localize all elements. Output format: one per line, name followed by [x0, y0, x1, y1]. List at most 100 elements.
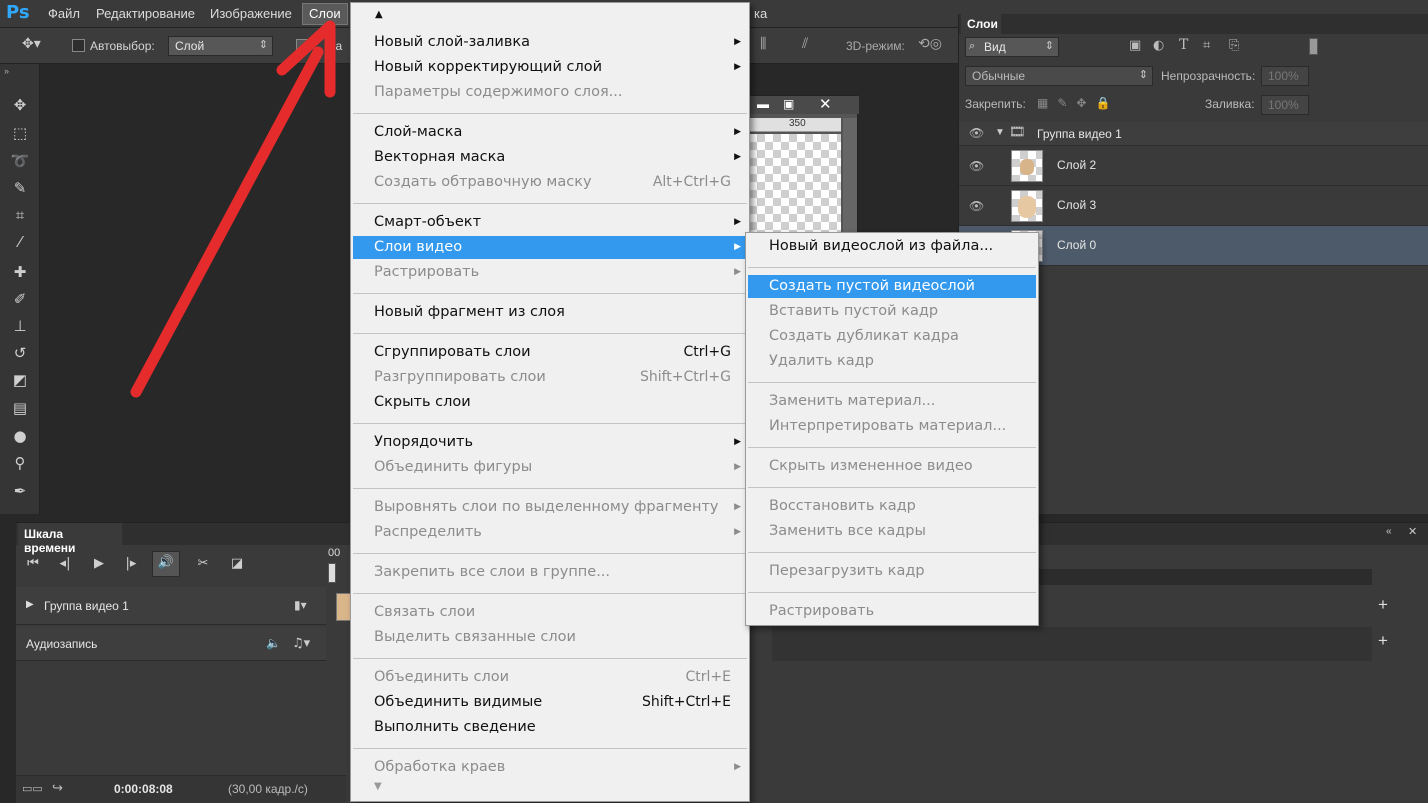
video-submenu-item-создать-пустой-видеослой[interactable]: Создать пустой видеослой [748, 275, 1036, 298]
fill-field[interactable]: 100% [1261, 95, 1309, 115]
video-submenu-item-растрировать[interactable]: Растрировать [748, 600, 1036, 623]
filter-shape-icon[interactable]: ⌗ [1203, 38, 1210, 53]
lock-icons[interactable]: ▦✎✥🔒 [1037, 96, 1119, 110]
layer-menu-item-параметры-содержимого-слоя[interactable]: Параметры содержимого слоя... [353, 81, 747, 104]
video-submenu-item-удалить-кадр[interactable]: Удалить кадр [748, 350, 1036, 373]
filter-pixel-icon[interactable]: ▣ [1129, 38, 1141, 53]
move-tool-icon[interactable]: ✥▾ [22, 36, 41, 52]
rotate-3d-icon[interactable]: ⟲◎ [918, 36, 942, 52]
film-menu-icon[interactable]: ▮▾ [294, 598, 307, 612]
marquee-tool-icon[interactable]: ⬚ [8, 122, 32, 144]
history-brush-tool-icon[interactable]: ↺ [8, 342, 32, 364]
quick-select-tool-icon[interactable]: ✎ [8, 177, 32, 199]
menu-file[interactable]: Файл [42, 5, 86, 23]
next-frame-icon[interactable]: |▸ [120, 553, 142, 575]
layer-menu-item-создать-обтравочную-маску[interactable]: Создать обтравочную маску Alt+Ctrl+G [353, 171, 747, 194]
video-submenu-item-заменить-все-кадры[interactable]: Заменить все кадры [748, 520, 1036, 543]
menu-edit[interactable]: Редактирование [90, 5, 201, 23]
layer-menu-item-объединить-видимые[interactable]: Объединить видимые Shift+Ctrl+E [353, 691, 747, 714]
eye-icon[interactable]: 👁 [969, 199, 984, 213]
track-audio[interactable]: Аудиозапись 🔈 ♫▾ [16, 627, 326, 661]
filter-adjustment-icon[interactable]: ◐ [1153, 38, 1164, 53]
healing-brush-tool-icon[interactable]: ✚ [8, 261, 32, 283]
scroll-up-icon[interactable]: ▲ [375, 9, 383, 20]
distribute-icon[interactable]: ⫼ [760, 36, 766, 52]
music-note-icon[interactable]: ♫▾ [292, 636, 310, 651]
blend-mode-select[interactable]: Обычные [965, 66, 1153, 86]
layers-tab[interactable]: Слои [961, 14, 1001, 34]
playhead[interactable] [328, 563, 336, 583]
layer-row-group[interactable]: 👁 ▼ 🎞 Группа видео 1 [959, 122, 1428, 146]
opacity-field[interactable]: 100% [1261, 66, 1309, 86]
layer-menu-item-закрепить-все-слои-в-группе[interactable]: Закрепить все слои в группе... [353, 561, 747, 584]
eraser-tool-icon[interactable]: ◩ [8, 369, 32, 391]
layer-menu-item-распределить[interactable]: Распределить ▶ [353, 521, 747, 544]
crop-tool-icon[interactable]: ⌗ [8, 204, 32, 226]
video-submenu-item-создать-дубликат-кадра[interactable]: Создать дубликат кадра [748, 325, 1036, 348]
video-submenu-item-перезагрузить-кадр[interactable]: Перезагрузить кадр [748, 560, 1036, 583]
stamp-tool-icon[interactable]: ⊥ [8, 315, 32, 337]
layer-menu-item-обработка-краев[interactable]: Обработка краев ▶ [353, 756, 747, 779]
first-frame-icon[interactable]: ⏮ [22, 553, 44, 575]
layer-menu-item-слои-видео[interactable]: Слои видео ▶ [353, 236, 747, 259]
eye-icon[interactable]: 👁 [969, 159, 984, 173]
autoselect-select[interactable]: Слой [168, 36, 273, 56]
layer-menu-item-выровнять-слои-по-выделенному-фрагменту[interactable]: Выровнять слои по выделенному фрагменту ▶ [353, 496, 747, 519]
blur-tool-icon[interactable]: ● [8, 425, 32, 447]
layer-row[interactable]: 👁 Слой 3 [959, 186, 1428, 226]
eye-icon[interactable]: 👁 [969, 126, 984, 140]
layer-menu-item-выполнить-сведение[interactable]: Выполнить сведение [353, 716, 747, 739]
layer-menu-item-растрировать[interactable]: Растрировать ▶ [353, 261, 747, 284]
close-panel-icon[interactable]: ✕ [1408, 525, 1417, 538]
video-submenu-item-заменить-материал[interactable]: Заменить материал... [748, 390, 1036, 413]
layer-menu-item-новый-фрагмент-из-слоя[interactable]: Новый фрагмент из слоя [353, 301, 747, 324]
render-icon[interactable]: ↪ [52, 781, 63, 796]
menu-layers[interactable]: Слои [302, 3, 348, 25]
mute-audio-icon[interactable]: 🔊 [152, 551, 180, 577]
layer-row[interactable]: 👁 Слой 2 [959, 146, 1428, 186]
speaker-icon[interactable]: 🔈 [266, 636, 281, 650]
layer-menu-item-новый-слой-заливка[interactable]: Новый слой-заливка ▶ [353, 31, 747, 54]
disclosure-triangle-icon[interactable]: ▼ [995, 127, 1005, 138]
video-submenu-item-интерпретировать-материал[interactable]: Интерпретировать материал... [748, 415, 1036, 438]
align-icon[interactable]: ⫽ [802, 36, 808, 52]
maximize-icon[interactable]: ▣ [783, 97, 794, 111]
play-icon[interactable]: ▶ [88, 553, 110, 575]
video-submenu-item-скрыть-измененное-видео[interactable]: Скрыть измененное видео [748, 455, 1036, 478]
video-submenu-item-вставить-пустой-кадр[interactable]: Вставить пустой кадр [748, 300, 1036, 323]
layer-menu-item-объединить-фигуры[interactable]: Объединить фигуры ▶ [353, 456, 747, 479]
scroll-down-icon[interactable]: ▼ [374, 781, 382, 792]
filter-smart-object-icon[interactable]: ⎘ [1229, 38, 1239, 53]
pen-tool-icon[interactable]: ✒ [8, 480, 32, 502]
layer-menu-item-скрыть-слои[interactable]: Скрыть слои [353, 391, 747, 414]
gradient-tool-icon[interactable]: ▤ [8, 397, 32, 419]
layer-menu-item-выделить-связанные-слои[interactable]: Выделить связанные слои [353, 626, 747, 649]
add-media-icon[interactable]: + [1378, 595, 1388, 615]
move-tool-icon[interactable]: ✥ [8, 94, 32, 116]
expand-track-icon[interactable]: ▶ [26, 599, 34, 610]
track-video-group[interactable]: ▶ Группа видео 1 ▮▾ [16, 587, 326, 625]
video-submenu-item-новый-видеослой-из-файла[interactable]: Новый видеослой из файла... [748, 235, 1036, 258]
layer-filter-select[interactable]: Вид [965, 37, 1059, 57]
frame-animation-icon[interactable]: ▭▭ [22, 782, 43, 795]
layer-menu-item-сгруппировать-слои[interactable]: Сгруппировать слои Ctrl+G [353, 341, 747, 364]
brush-tool-icon[interactable]: ✐ [8, 288, 32, 310]
filter-type-icon[interactable]: T [1179, 37, 1188, 53]
minimize-icon[interactable]: ▬ [757, 97, 769, 111]
layer-menu-item-связать-слои[interactable]: Связать слои [353, 601, 747, 624]
timeline-tab[interactable]: Шкала времени [18, 523, 122, 555]
dodge-tool-icon[interactable]: ⚲ [8, 452, 32, 474]
menu-partial[interactable]: ка [748, 5, 773, 23]
layer-menu-item-смарт-объект[interactable]: Смарт-объект ▶ [353, 211, 747, 234]
transform-controls-checkbox[interactable] [296, 39, 309, 52]
layer-menu-item-объединить-слои[interactable]: Объединить слои Ctrl+E [353, 666, 747, 689]
layer-menu-item-разгруппировать-слои[interactable]: Разгруппировать слои Shift+Ctrl+G [353, 366, 747, 389]
transition-icon[interactable]: ◪ [226, 553, 248, 575]
collapse-icon[interactable]: » [4, 66, 9, 76]
layer-menu-item-новый-корректирующий-слой[interactable]: Новый корректирующий слой ▶ [353, 56, 747, 79]
lasso-tool-icon[interactable]: ➰ [8, 150, 32, 172]
filter-toggle[interactable] [1309, 38, 1318, 55]
menu-image[interactable]: Изображение [204, 5, 298, 23]
prev-frame-icon[interactable]: ◂| [54, 553, 76, 575]
layer-menu-item-упорядочить[interactable]: Упорядочить ▶ [353, 431, 747, 454]
